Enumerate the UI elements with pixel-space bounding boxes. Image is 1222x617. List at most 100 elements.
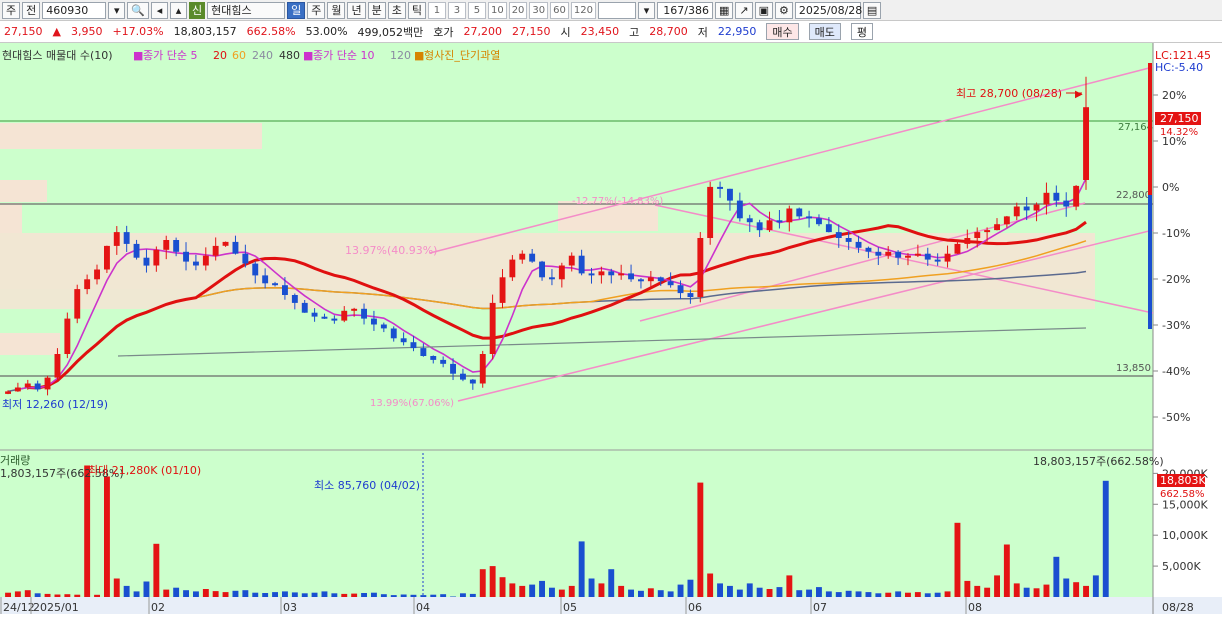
x-axis-date-label: 08/28 (1162, 601, 1194, 614)
profile-bar (0, 203, 22, 233)
candle-body (835, 232, 842, 238)
interval-button-20[interactable]: 20 (508, 1, 528, 19)
candle-body (74, 289, 81, 319)
legend-vol-label: 종가 단순 10 (313, 49, 374, 62)
candle-body (974, 232, 981, 238)
candle-body (746, 218, 753, 223)
search-icon[interactable]: 🔍 (127, 1, 149, 19)
volume-bar (1003, 544, 1010, 597)
volume-current-pct-tag: 662.58% (1160, 489, 1205, 500)
candle-body (647, 277, 654, 282)
candle-body (440, 359, 447, 364)
candle-body (460, 373, 466, 380)
interval-button-3[interactable]: 3 (447, 1, 466, 19)
candle-body (924, 253, 931, 260)
save-icon[interactable]: ▣ (754, 1, 774, 19)
dropdown-arrow-icon[interactable]: ▾ (108, 1, 126, 19)
interval-button-120[interactable]: 120 (570, 1, 596, 19)
speaker-icon[interactable]: ◂ (150, 1, 168, 19)
volume-bar (905, 592, 911, 597)
trend-tool-icon[interactable]: ↗ (735, 1, 753, 19)
calendar-icon[interactable]: ▤ (862, 1, 882, 19)
interval-button-60[interactable]: 60 (550, 1, 569, 19)
current-pct-tag: 14.32% (1160, 127, 1198, 138)
volume-bar (380, 594, 387, 597)
interval-button-30[interactable]: 30 (529, 1, 549, 19)
y-tick-label: -50% (1162, 411, 1190, 424)
volume-bar (341, 593, 348, 597)
period-select[interactable]: 전 (22, 1, 41, 19)
volume-bar (1092, 575, 1099, 597)
period-button-year[interactable]: 년 (347, 1, 366, 19)
market-select[interactable]: 주 (2, 1, 21, 19)
candle-body (371, 318, 377, 325)
candle-body (489, 302, 496, 354)
candle-body (430, 356, 437, 360)
candle-body (14, 387, 21, 392)
volume-bar (202, 589, 209, 597)
volume-bar (697, 482, 704, 597)
nav-arrows-icon[interactable]: ▴ (169, 1, 187, 19)
current-price: 27,150 (4, 25, 43, 38)
candle-body (5, 391, 11, 394)
volume-bar (845, 590, 852, 597)
volume-bar (400, 594, 407, 597)
y-tick-label: -40% (1162, 365, 1190, 378)
candle-body (984, 230, 991, 233)
period-button-second[interactable]: 초 (387, 1, 406, 19)
sell-button[interactable]: 매도 (808, 23, 841, 40)
volume-bar (638, 590, 644, 597)
period-button-tick[interactable]: 틱 (407, 1, 426, 19)
candle-body (84, 279, 91, 290)
period-button-month[interactable]: 월 (327, 1, 346, 19)
high-price: 28,700 (649, 25, 688, 38)
interval-dropdown-icon[interactable]: ▾ (637, 1, 655, 19)
candle-body (1063, 200, 1070, 207)
volume-bar (539, 580, 545, 597)
stock-code-input[interactable]: 460930 (42, 1, 107, 19)
candle-body (618, 273, 625, 276)
candle-body (756, 222, 763, 231)
period-button-day[interactable]: 일 (287, 1, 306, 19)
interval-custom-input[interactable] (597, 1, 636, 19)
gear-icon[interactable]: ⚙ (775, 1, 793, 19)
grid-icon[interactable]: ▦ (714, 1, 734, 19)
eval-button[interactable]: 평 (850, 23, 874, 40)
candle-body (44, 377, 51, 390)
volume-bar (54, 594, 61, 597)
candle-body (825, 224, 832, 233)
y-tick-label: -30% (1162, 319, 1190, 332)
pct-label-a: -12.77%(-14.83%) (572, 196, 663, 207)
candle-body (291, 295, 298, 303)
candle-body (64, 318, 71, 354)
candle-body (1053, 192, 1060, 201)
buy-button[interactable]: 매수 (766, 23, 799, 40)
chart-svg[interactable]: 20%10%0%-10%-20%-30%-40%-50% 20,000K15,0… (0, 43, 1222, 614)
current-price-tag: 27,150 (1160, 112, 1199, 125)
volume-bar (1043, 584, 1050, 597)
candle-body (687, 293, 694, 297)
volume-value: 18,803,157 (173, 25, 237, 38)
candle-body (895, 251, 902, 258)
period-button-week[interactable]: 주 (307, 1, 326, 19)
candle-body (183, 251, 189, 262)
interval-button-5[interactable]: 5 (467, 1, 486, 19)
interval-button-10[interactable]: 10 (487, 1, 507, 19)
volume-bar (934, 592, 941, 597)
candle-body (558, 265, 565, 280)
legend-ma-60: 60 (232, 49, 246, 62)
period-button-minute[interactable]: 분 (367, 1, 386, 19)
candle-body (479, 354, 486, 384)
pct-label-b: 13.97%(40.93%) (345, 244, 437, 257)
legend-ma-label: 종가 단순 5 (143, 49, 197, 62)
candle-body (994, 224, 1000, 231)
volume-bar (954, 522, 961, 597)
candle-body (736, 200, 743, 219)
volume-bar (371, 592, 377, 597)
interval-button-1[interactable]: 1 (427, 1, 446, 19)
stock-name-field[interactable]: 현대힘스 (207, 1, 286, 19)
count-field[interactable]: 167/386 (656, 1, 713, 19)
candle-body (390, 328, 397, 339)
date-input[interactable]: 2025/08/28 (794, 1, 862, 19)
bid-price-2: 27,150 (512, 25, 551, 38)
